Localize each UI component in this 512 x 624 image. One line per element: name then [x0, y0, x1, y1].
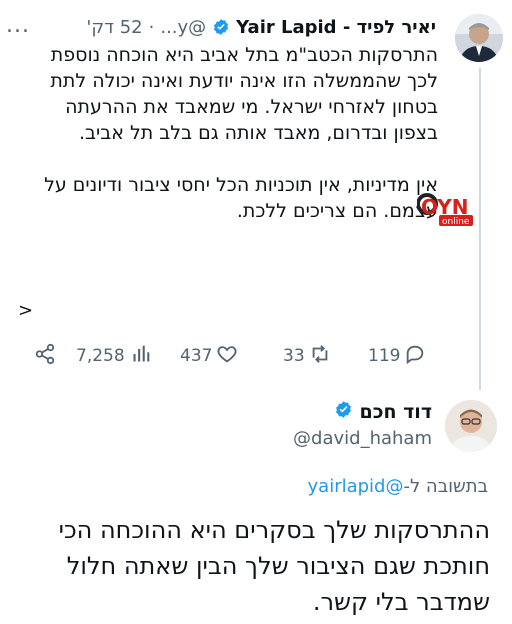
show-more-link[interactable]: > [18, 300, 33, 321]
author-avatar[interactable] [455, 14, 503, 62]
reply-author-handle[interactable]: @david_haham [293, 428, 432, 449]
reply-author-avatar[interactable] [445, 400, 497, 452]
separator-dot: · [148, 16, 155, 38]
tweet-paragraph-2: אין מדיניות, אין תוכניות הכל יחסי ציבור … [44, 174, 438, 222]
reply-button[interactable]: 119 [368, 344, 426, 368]
watermark-logo: OYN online [416, 188, 477, 228]
like-button[interactable]: 437 [180, 344, 238, 368]
author-name[interactable]: יאיר לפיד - Yair Lapid [236, 17, 436, 38]
tweet-paragraph-1: התרסקות הכטב"מ בתל אביב היא הוכחה נוספת … [50, 44, 438, 144]
like-icon [216, 343, 238, 370]
replying-to: בתשובה ל-@yairlapid [308, 476, 488, 497]
share-icon [34, 343, 56, 370]
reply-icon [404, 343, 426, 370]
replying-to-link[interactable]: @yairlapid [308, 476, 404, 497]
reply-count: 119 [368, 346, 401, 366]
retweet-icon [309, 343, 331, 370]
tweet-header: יאיר לפיד - Yair Lapid @y... · 52 דק' [86, 15, 436, 39]
tweet-time[interactable]: 52 דק' [86, 17, 142, 38]
retweet-button[interactable]: 33 [283, 344, 331, 368]
retweet-count: 33 [283, 346, 305, 366]
views-count: 7,258 [76, 346, 125, 366]
reply-author-name[interactable]: דוד חכם [359, 401, 432, 423]
like-count: 437 [180, 346, 213, 366]
author-handle[interactable]: @y... [160, 17, 206, 38]
share-button[interactable] [34, 343, 56, 370]
views-button[interactable]: 7,258 [76, 344, 151, 368]
more-icon[interactable]: ... [6, 13, 30, 38]
tweet-text: התרסקות הכטב"מ בתל אביב היא הוכחה נוספת … [18, 42, 438, 250]
verified-badge-icon [212, 18, 230, 36]
logo-subtext: online [442, 217, 470, 227]
thread-line [479, 68, 481, 390]
reply-header: דוד חכם [334, 400, 432, 424]
verified-badge-icon [334, 400, 353, 424]
reply-text: ההתרסקות שלך בסקרים היא ההוכחה הכי חותכת… [58, 516, 490, 616]
replying-prefix: בתשובה ל- [403, 476, 488, 497]
views-icon [131, 344, 151, 369]
